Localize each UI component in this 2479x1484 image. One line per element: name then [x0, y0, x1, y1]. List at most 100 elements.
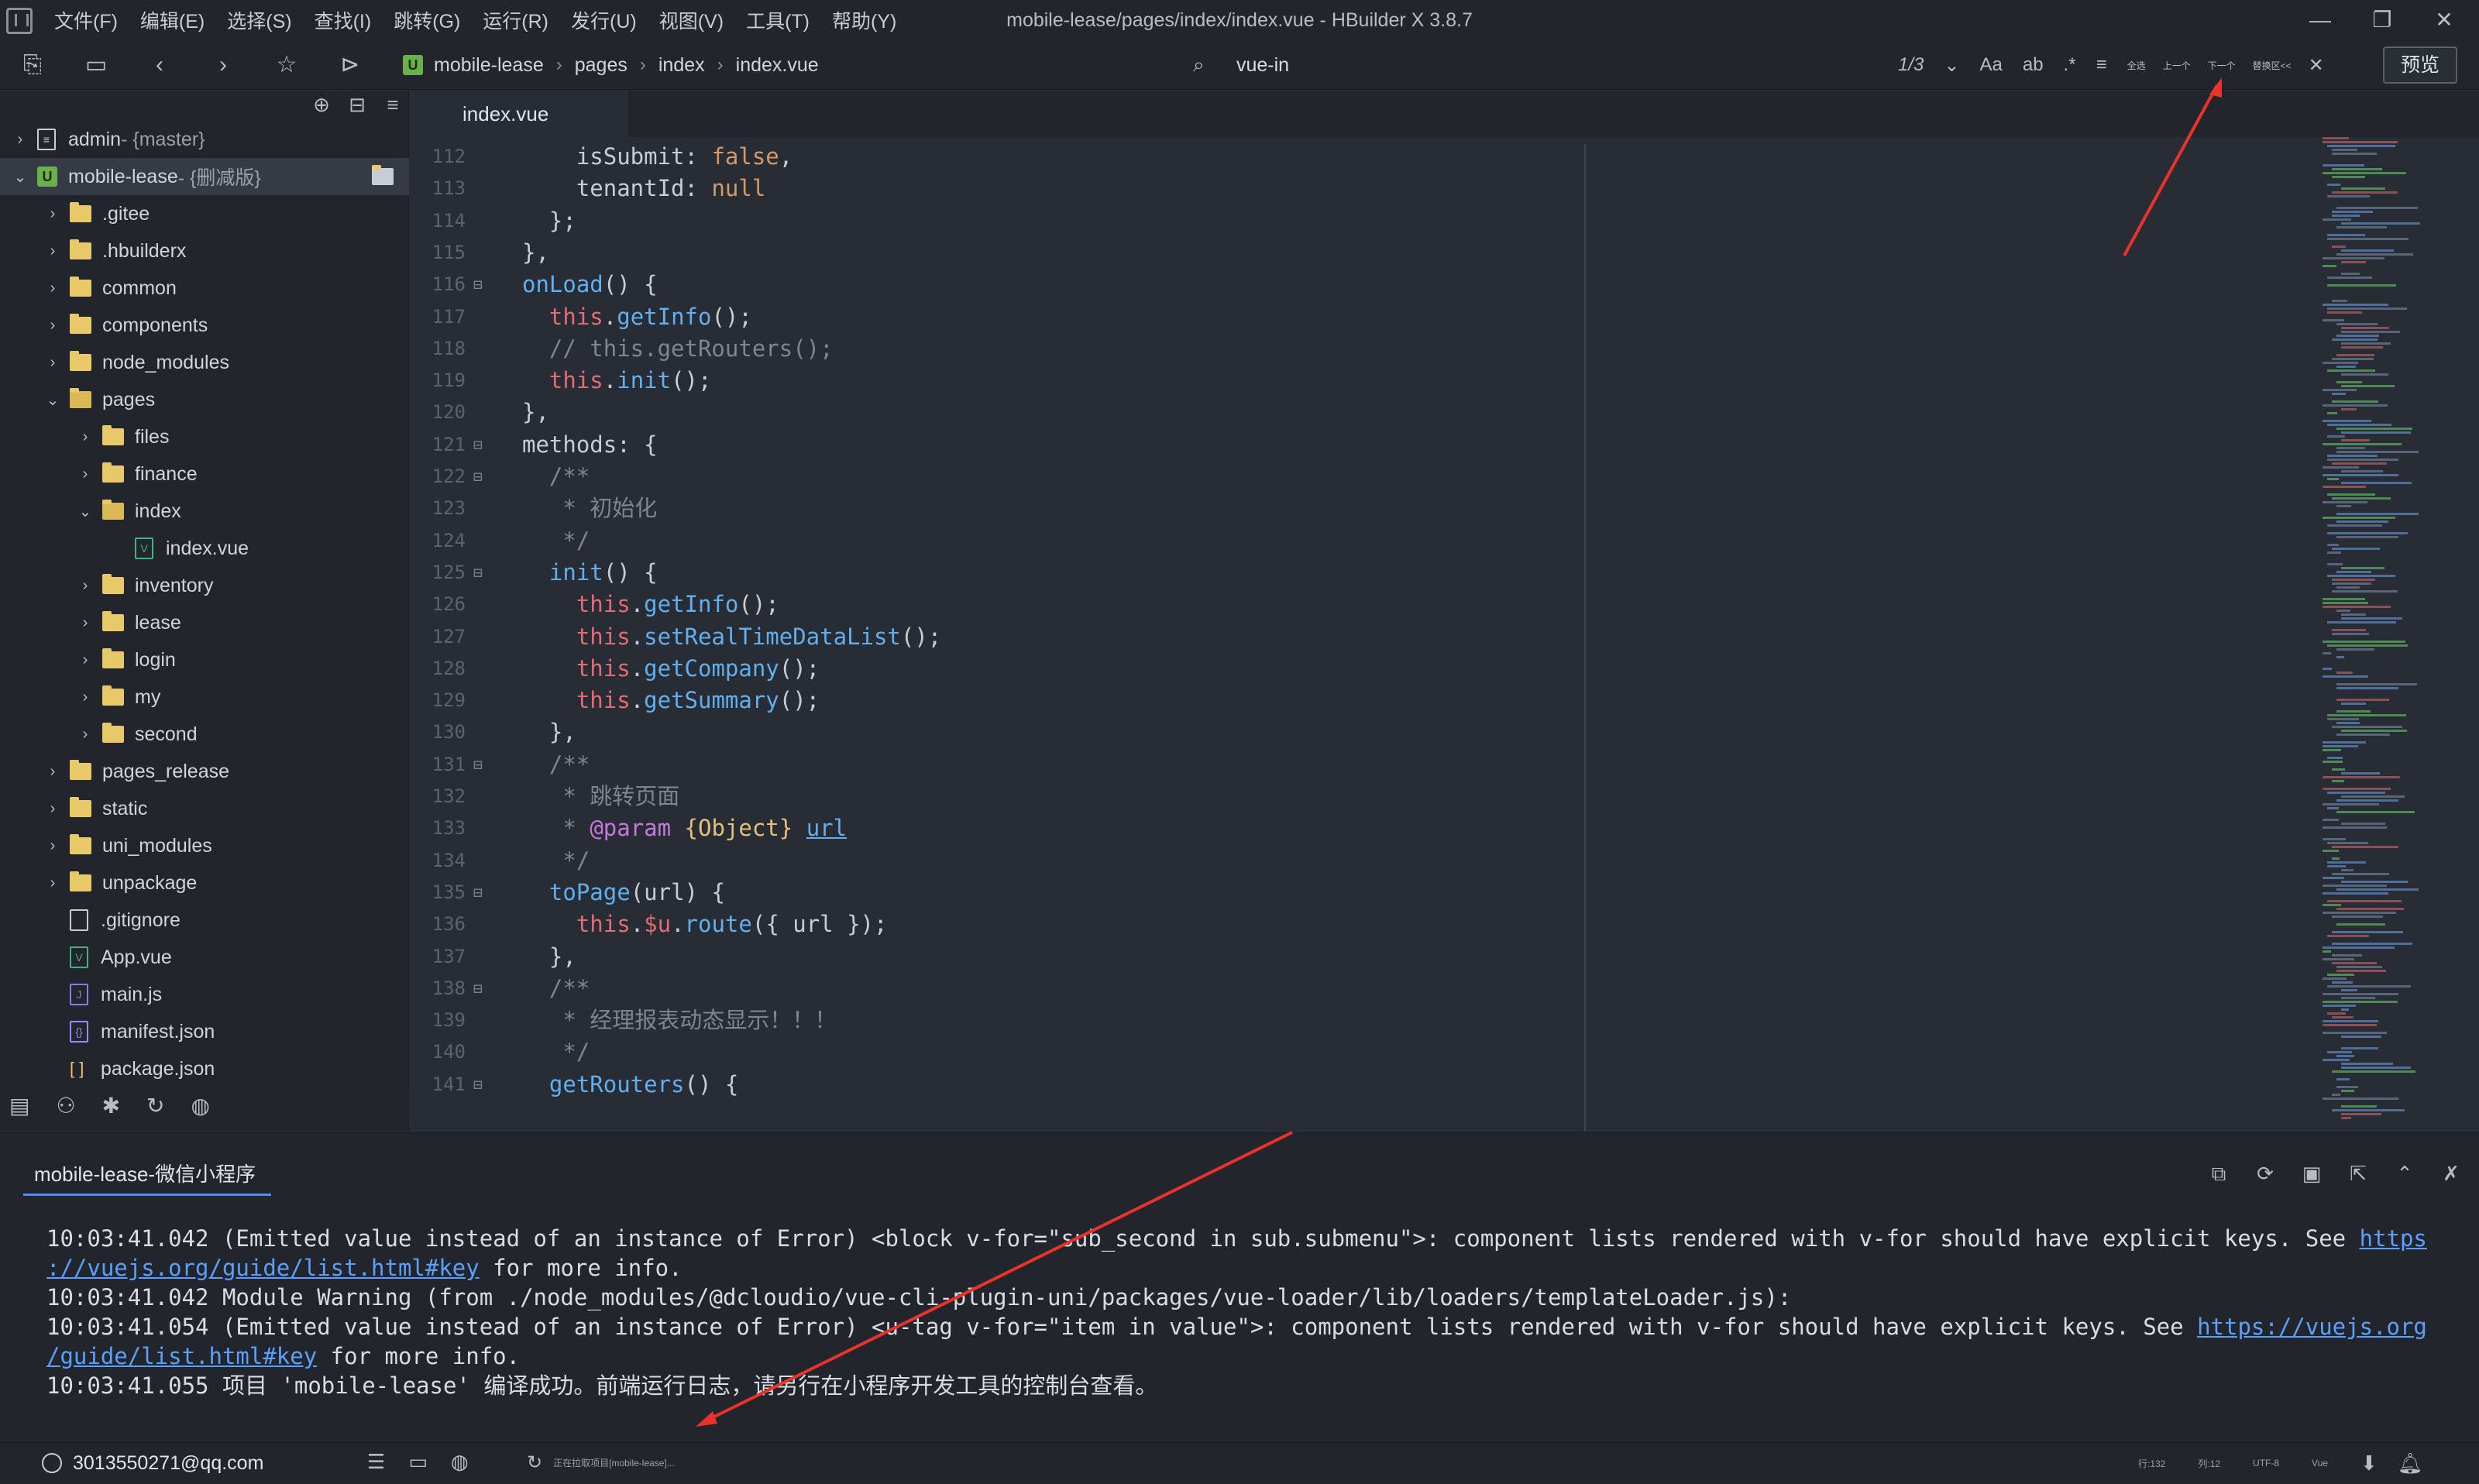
code-line[interactable]: 122 ⊟ /** [410, 460, 2316, 493]
tree-item[interactable]: .gitignore [0, 902, 409, 939]
tree-item[interactable]: › common [0, 270, 409, 307]
fold-marker-icon[interactable]: ⊟ [473, 1068, 489, 1101]
fold-marker-icon[interactable]: ⊟ [473, 876, 489, 909]
collapse-icon[interactable]: ⊟ [346, 93, 369, 117]
tree-item[interactable]: ⌄ Umobile-lease - {删减版} [0, 158, 409, 195]
menu-item[interactable]: 跳转(G) [394, 6, 460, 34]
code-line[interactable]: 136 this.$u.route({ url }); [410, 908, 2316, 940]
menu-icon[interactable]: ≡ [381, 93, 404, 117]
fold-marker-icon[interactable]: ⊟ [473, 268, 489, 301]
code-line[interactable]: 123 * 初始化 [410, 492, 2316, 524]
fold-marker-icon[interactable]: ⊟ [473, 972, 489, 1005]
tree-item[interactable]: › inventory [0, 567, 409, 604]
tree-item[interactable]: › components [0, 307, 409, 344]
download-icon[interactable]: ⬇ [2360, 1451, 2378, 1475]
log-link[interactable]: https [2360, 1225, 2427, 1252]
menu-item[interactable]: 工具(T) [746, 6, 810, 34]
tree-item[interactable]: › node_modules [0, 344, 409, 381]
find-input[interactable]: vue-in [1236, 54, 1289, 77]
menu-item[interactable]: 文件(F) [54, 6, 118, 34]
user-account[interactable]: 3013550271@qq.com [42, 1442, 263, 1484]
code-line[interactable]: 113 tenantId: null [410, 172, 2316, 204]
tree-item[interactable]: › unpackage [0, 864, 409, 902]
tree-item[interactable]: [ ] package.json [0, 1050, 409, 1087]
source-control-icon[interactable]: ↻ [146, 1093, 164, 1118]
tab-index-vue[interactable]: index.vue [410, 91, 628, 137]
select-all-button[interactable]: 全选 [2127, 59, 2146, 72]
restore-button[interactable]: ❐ [2355, 0, 2409, 40]
menu-item[interactable]: 运行(R) [483, 6, 548, 34]
code-line[interactable]: 140 */ [410, 1036, 2316, 1068]
code-line[interactable]: 139 * 经理报表动态显示！！！ [410, 1004, 2316, 1036]
forward-icon[interactable]: › [208, 50, 239, 81]
code-line[interactable]: 135 ⊟ toPage(url) { [410, 876, 2316, 909]
code-line[interactable]: 126 this.getInfo(); [410, 588, 2316, 620]
replace-toggle-button[interactable]: 替换区<< [2253, 59, 2292, 72]
tree-item[interactable]: ⌄ pages [0, 381, 409, 418]
tree-item[interactable]: › second [0, 716, 409, 753]
code-line[interactable]: 128 this.getCompany(); [410, 652, 2316, 685]
fold-marker-icon[interactable]: ⊟ [473, 428, 489, 461]
log-link[interactable]: ://vuejs.org/guide/list.html#key [46, 1255, 480, 1281]
tree-item[interactable]: › pages_release [0, 753, 409, 790]
find-prev-button[interactable]: 上一个 [2163, 59, 2191, 72]
tree-item[interactable]: Jmain.js [0, 976, 409, 1013]
code-line[interactable]: 137 }, [410, 940, 2316, 973]
plugins-icon[interactable]: ⚇ [56, 1093, 75, 1118]
stop-icon[interactable]: ▣ [2288, 1162, 2335, 1187]
tree-item[interactable]: › files [0, 418, 409, 455]
breadcrumb-item[interactable]: mobile-lease [434, 54, 544, 77]
code-line[interactable]: 141 ⊟ getRouters() { [410, 1068, 2316, 1101]
code-line[interactable]: 115}, [410, 236, 2316, 269]
project-manager-icon[interactable]: ▤ [9, 1093, 29, 1118]
log-link[interactable]: /guide/list.html#key [46, 1343, 317, 1369]
breadcrumb-item[interactable]: index [658, 54, 705, 77]
tree-item[interactable]: Vindex.vue [0, 530, 409, 567]
code-line[interactable]: 131 ⊟ /** [410, 748, 2316, 781]
open-folder-icon[interactable] [372, 165, 394, 185]
run-icon[interactable]: ⊳ [335, 50, 366, 81]
log-link[interactable]: https://vuejs.org [2197, 1314, 2427, 1340]
regex-icon[interactable]: .* [2064, 54, 2076, 76]
code-line[interactable]: 121 ⊟ methods: { [410, 428, 2316, 461]
tree-item[interactable]: › my [0, 678, 409, 716]
menu-item[interactable]: 查找(I) [315, 6, 372, 34]
console-tab[interactable]: mobile-lease-微信小程序 [23, 1157, 272, 1196]
new-file-icon[interactable]: ⎘ [17, 50, 48, 81]
tree-item[interactable]: › uni_modules [0, 827, 409, 864]
fold-marker-icon[interactable]: ⊟ [473, 460, 489, 493]
code-editor[interactable]: 112 isSubmit: false, 113 tenantId: null 11… [410, 137, 2316, 1131]
code-line[interactable]: 118 // this.getRouters(); [410, 332, 2316, 365]
code-line[interactable]: 129 this.getSummary(); [410, 684, 2316, 716]
find-next-button[interactable]: 下一个 [2208, 59, 2236, 72]
code-line[interactable]: 112 isSubmit: false, [410, 140, 2316, 173]
cursor-line[interactable]: 行:132 [2138, 1457, 2165, 1470]
back-icon[interactable]: ‹ [144, 50, 175, 81]
code-line[interactable]: 119 this.init(); [410, 364, 2316, 397]
list-icon[interactable]: ☰ [367, 1450, 385, 1474]
open-external-icon[interactable]: ⧉ [2195, 1162, 2242, 1187]
tree-item[interactable]: › ≡ admin - {master} [0, 121, 409, 158]
menu-item[interactable]: 帮助(Y) [832, 6, 896, 34]
tree-item[interactable]: V App.vue [0, 939, 409, 976]
chevron-down-icon[interactable]: ⌄ [1944, 54, 1959, 77]
breadcrumb-item[interactable]: pages [575, 54, 627, 77]
tree-item[interactable]: {} manifest.json [0, 1013, 409, 1050]
save-icon[interactable]: ▭ [81, 50, 112, 81]
locate-icon[interactable]: ⊕ [310, 93, 333, 117]
fold-marker-icon[interactable]: ⊟ [473, 748, 489, 781]
tree-item[interactable]: › static [0, 790, 409, 827]
web-icon[interactable]: ◍ [451, 1450, 469, 1474]
whole-word-icon[interactable]: ab [2023, 54, 2044, 76]
browser-icon[interactable]: ◍ [191, 1093, 210, 1118]
selection-icon[interactable]: ≡ [2096, 54, 2107, 76]
tree-item[interactable]: › login [0, 641, 409, 678]
maximize-panel-icon[interactable]: ⌃ [2381, 1162, 2428, 1187]
debug-icon[interactable]: ✱ [102, 1093, 120, 1118]
menu-item[interactable]: 发行(U) [571, 6, 637, 34]
breadcrumb-item[interactable]: index.vue [736, 54, 819, 77]
minimize-button[interactable]: — [2293, 0, 2347, 40]
code-line[interactable]: 132 * 跳转页面 [410, 780, 2316, 812]
notification-bell-icon[interactable]: 🔔︎ [2398, 1451, 2423, 1475]
close-find-icon[interactable]: ✕ [2309, 54, 2324, 77]
